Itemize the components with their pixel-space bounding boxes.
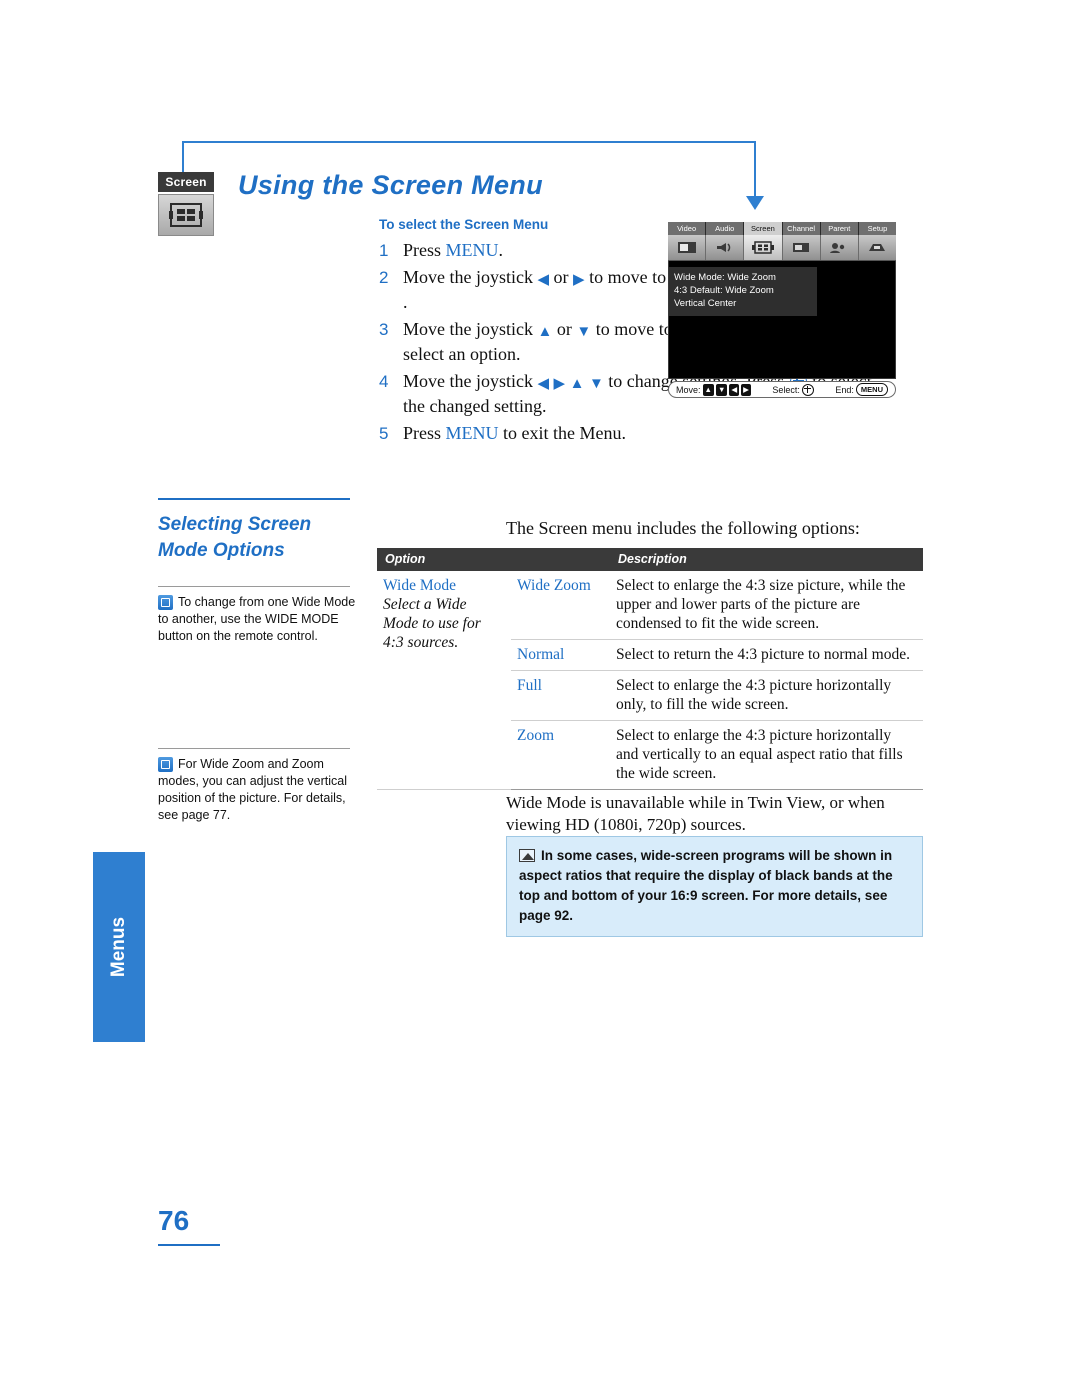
side-tab-menus: Menus <box>93 852 145 1042</box>
osd-menu-item[interactable]: Wide Mode: Wide Zoom <box>674 271 812 284</box>
osd-tab-row: Video Audio Screen Channel Parent Setup <box>668 222 897 235</box>
osd-move-label: Move: <box>676 384 701 395</box>
step-number: 4 <box>379 372 389 391</box>
table-cell-lead: Wide Mode Select a Wide Mode to use for 4… <box>377 571 511 790</box>
table-cell-option: Normal <box>511 639 610 671</box>
osd-icon-channel[interactable] <box>782 235 821 260</box>
osd-move-group: Move: ▲ ▼ ◀ ▶ <box>676 383 751 396</box>
picture-icon <box>519 849 535 862</box>
osd-key-left-icon: ◀ <box>729 383 740 396</box>
osd-tab-parent[interactable]: Parent <box>820 222 859 235</box>
note-icon <box>158 757 173 772</box>
osd-end-group: End: MENU <box>835 383 889 396</box>
table-cell-option: Wide Zoom <box>511 571 610 640</box>
step-number: 3 <box>379 320 389 339</box>
decor-bracket-vertical-right <box>754 141 756 199</box>
osd-tab-setup[interactable]: Setup <box>858 222 897 235</box>
after-table-text: Wide Mode is unavailable while in Twin V… <box>506 793 885 834</box>
callout-text: In some cases, wide-screen programs will… <box>519 848 893 923</box>
step-number: 2 <box>379 268 389 287</box>
table-row: Wide Mode Select a Wide Mode to use for 4… <box>377 571 923 790</box>
note-2: For Wide Zoom and Zoom modes, you can ad… <box>158 756 358 824</box>
side-tab-label: Menus <box>108 916 129 978</box>
osd-menu-list: Wide Mode: Wide Zoom 4:3 Default: Wide Zo… <box>669 267 817 316</box>
osd-tab-channel[interactable]: Channel <box>782 222 821 235</box>
decor-bracket-horizontal <box>182 141 756 143</box>
osd-key-right-icon: ▶ <box>741 383 751 396</box>
step-text: Press MENU to exit the Menu. <box>403 423 626 443</box>
table-cell-description: Select to enlarge the 4:3 size picture, … <box>610 571 923 640</box>
section-heading-line1: Selecting Screen <box>158 514 312 535</box>
osd-screen: Wide Mode: Wide Zoom 4:3 Default: Wide Zo… <box>668 261 896 379</box>
osd-tab-video[interactable]: Video <box>668 222 707 235</box>
table-header-description: Description <box>610 548 923 571</box>
osd-joystick-icon <box>801 383 814 396</box>
osd-end-label: End: <box>835 384 854 395</box>
screen-menu-badge: Screen <box>158 172 214 236</box>
table-cell-option: Zoom <box>511 720 610 790</box>
osd-menu-item[interactable]: 4:3 Default: Wide Zoom <box>674 284 812 297</box>
osd-menu-item[interactable]: Vertical Center <box>674 297 812 310</box>
table-cell-option: Full <box>511 670 610 721</box>
table-header-option: Option <box>377 548 610 571</box>
osd-key-down-icon: ▼ <box>715 383 728 396</box>
callout-box: In some cases, wide-screen programs will… <box>506 836 923 937</box>
note-1: To change from one Wide Mode to another,… <box>158 594 358 645</box>
note-2-text: For Wide Zoom and Zoom modes, you can ad… <box>158 757 347 822</box>
osd-select-group: Select: <box>772 383 814 396</box>
screen-badge-label: Screen <box>158 172 214 192</box>
page-number: 76 <box>158 1205 190 1236</box>
osd-tab-audio[interactable]: Audio <box>706 222 745 235</box>
note-icon <box>158 595 173 610</box>
table-cell-description: Select to enlarge the 4:3 picture horizo… <box>610 670 923 721</box>
step-number: 1 <box>379 241 389 260</box>
osd-key-up-icon: ▲ <box>702 383 714 396</box>
note-1-text: To change from one Wide Mode to another,… <box>158 595 356 643</box>
tv-osd-mock: Video Audio Screen Channel Parent Setup Wide … <box>668 222 897 398</box>
osd-icon-video[interactable] <box>668 235 707 260</box>
osd-icon-row <box>668 235 897 261</box>
osd-icon-setup[interactable] <box>858 235 897 260</box>
step-text: Press MENU. <box>403 240 504 260</box>
osd-help-bar: Move: ▲ ▼ ◀ ▶ Select: End: MENU <box>668 381 896 398</box>
step-number: 5 <box>379 424 389 443</box>
decor-bracket-arrow-icon <box>746 196 764 210</box>
screen-grid-icon <box>158 194 214 236</box>
osd-select-label: Select: <box>772 384 800 395</box>
page-number-rule <box>158 1244 220 1246</box>
table-cell-description: Select to return the 4:3 picture to norm… <box>610 639 923 671</box>
section-rule <box>158 498 350 500</box>
note-rule-1 <box>158 586 350 587</box>
osd-tab-screen[interactable]: Screen <box>744 222 783 235</box>
step-item: 5 Press MENU to exit the Menu. <box>379 421 879 446</box>
osd-menu-key-icon: MENU <box>855 383 889 396</box>
osd-icon-screen[interactable] <box>744 235 783 260</box>
page-title: Using the Screen Menu <box>238 170 543 200</box>
section-heading-line2: Mode Options <box>158 540 285 561</box>
steps-heading: To select the Screen Menu <box>379 217 549 232</box>
osd-icon-audio[interactable] <box>706 235 745 260</box>
table-header-row: Option Description <box>377 548 923 571</box>
table-cell-description: Select to enlarge the 4:3 picture horizo… <box>610 720 923 790</box>
note-rule-2 <box>158 748 350 749</box>
osd-icon-parent[interactable] <box>820 235 859 260</box>
section-heading: Selecting Screen Mode Options <box>158 512 358 564</box>
intro-text: The Screen menu includes the following o… <box>506 518 860 538</box>
screen-options-table: Option Description Wide Mode Select a Wid… <box>377 548 923 790</box>
